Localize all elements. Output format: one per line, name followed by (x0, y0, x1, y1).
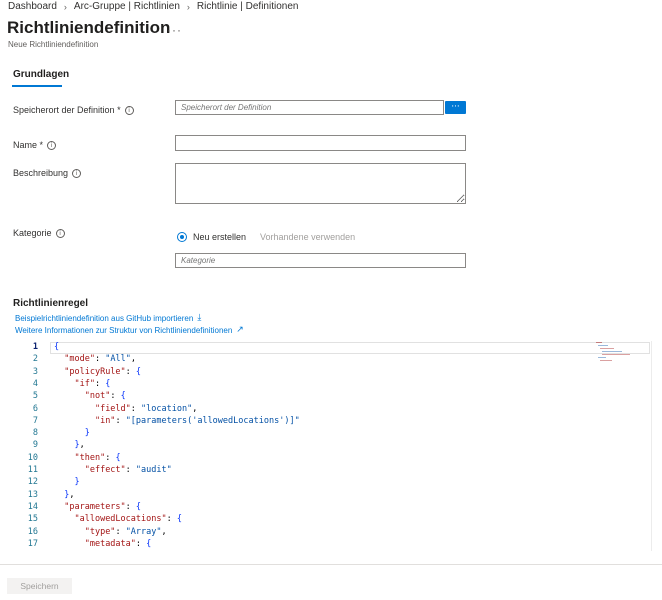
code-line[interactable]: 14 "parameters": { (14, 502, 644, 514)
line-number: 3 (32, 366, 38, 377)
code-text[interactable]: }, (54, 440, 84, 450)
line-number: 13 (27, 489, 38, 500)
external-link-icon[interactable]: ↗ (236, 325, 244, 335)
code-text[interactable]: "effect": "audit" (54, 465, 172, 475)
code-text[interactable]: "then": { (54, 453, 120, 463)
code-line[interactable]: 11 "effect": "audit" (14, 465, 644, 477)
code-text[interactable]: "allowedLocations": { (54, 514, 182, 524)
code-line[interactable]: 6 "field": "location", (14, 404, 644, 416)
breadcrumb-policy-definitions[interactable]: Richtlinie | Definitionen (197, 1, 299, 12)
description-label-text: Beschreibung (13, 168, 69, 178)
editor-minimap[interactable] (594, 341, 634, 371)
code-line[interactable]: 10 "then": { (14, 453, 644, 465)
tab-grundlagen[interactable]: Grundlagen (13, 69, 69, 80)
line-number: 10 (27, 452, 38, 463)
code-line[interactable]: 5 "not": { (14, 391, 644, 403)
line-number: 9 (32, 440, 38, 451)
chevron-right-icon: › (63, 1, 67, 12)
breadcrumb-arc-group-policies[interactable]: Arc-Gruppe | Richtlinien (74, 1, 180, 12)
code-text[interactable]: }, (54, 490, 74, 500)
code-text[interactable]: "metadata": { (54, 539, 152, 549)
code-line[interactable]: 13 }, (14, 490, 644, 502)
info-icon[interactable]: i (72, 168, 82, 178)
location-label-text: Speicherort der Definition (13, 105, 115, 115)
code-line[interactable]: 15 "allowedLocations": { (14, 514, 644, 526)
name-label: Name * i (13, 140, 57, 150)
code-text[interactable]: } (54, 477, 79, 487)
line-number: 5 (32, 391, 38, 402)
definition-structure-link[interactable]: Weitere Informationen zur Struktur von R… (15, 325, 244, 335)
line-number: 8 (32, 428, 38, 439)
line-number: 6 (32, 403, 38, 414)
editor-scrollbar[interactable] (651, 341, 661, 551)
line-number: 17 (27, 538, 38, 549)
info-icon[interactable]: i (47, 140, 57, 150)
required-marker: * (39, 140, 44, 150)
import-github-link-text[interactable]: Beispielrichtliniendefinition aus GitHub… (15, 314, 193, 323)
more-options-icon[interactable]: ··· (167, 23, 182, 37)
location-input[interactable] (175, 100, 444, 115)
category-input[interactable] (175, 253, 466, 268)
name-label-text: Name (13, 140, 38, 150)
page-subtitle: Neue Richtliniendefinition (8, 40, 99, 49)
code-text[interactable]: "in": "[parameters('allowedLocations')]" (54, 416, 300, 426)
info-icon[interactable]: i (124, 105, 134, 115)
code-text[interactable]: "parameters": { (54, 502, 141, 512)
line-number: 2 (32, 354, 38, 365)
code-line[interactable]: 9 }, (14, 440, 644, 452)
code-line[interactable]: 1{ (14, 342, 644, 354)
footer-divider (0, 564, 662, 565)
save-button[interactable]: Speichern (7, 578, 72, 594)
breadcrumb: Dashboard › Arc-Gruppe | Richtlinien › R… (8, 1, 298, 12)
code-line[interactable]: 8 } (14, 428, 644, 440)
code-text[interactable]: "field": "location", (54, 404, 197, 414)
code-line[interactable]: 4 "if": { (14, 379, 644, 391)
info-icon[interactable]: i (55, 228, 65, 238)
required-marker: * (117, 105, 121, 115)
browse-location-button[interactable]: ··· (445, 101, 466, 114)
chevron-right-icon: › (186, 1, 190, 12)
code-text[interactable]: "if": { (54, 379, 110, 389)
line-number: 14 (27, 501, 38, 512)
page-title: Richtliniendefinition (7, 18, 171, 37)
line-number: 16 (27, 526, 38, 537)
code-line[interactable]: 16 "type": "Array", (14, 527, 644, 539)
line-number: 11 (27, 465, 38, 475)
code-line[interactable]: 7 "in": "[parameters('allowedLocations')… (14, 416, 644, 428)
category-radio-group: Neu erstellen Vorhandene verwenden (177, 232, 355, 242)
code-line[interactable]: 2 "mode": "All", (14, 354, 644, 366)
download-icon[interactable]: ⤓ (197, 313, 201, 323)
line-number: 1 (32, 342, 38, 352)
category-label: Kategorie i (13, 228, 65, 238)
policy-rule-title: Richtlinienregel (13, 298, 89, 309)
code-text[interactable]: "type": "Array", (54, 527, 167, 537)
category-label-text: Kategorie (13, 228, 52, 238)
name-input[interactable] (175, 135, 466, 151)
definition-structure-link-text[interactable]: Weitere Informationen zur Struktur von R… (15, 326, 232, 335)
code-line[interactable]: 17 "metadata": { (14, 539, 644, 551)
code-text[interactable]: "policyRule": { (54, 367, 141, 377)
line-number: 7 (32, 415, 38, 426)
code-line[interactable]: 3 "policyRule": { (14, 367, 644, 379)
description-label: Beschreibung i (13, 168, 82, 178)
code-text[interactable]: "mode": "All", (54, 354, 136, 364)
location-label: Speicherort der Definition * i (13, 105, 134, 115)
description-textarea[interactable] (175, 163, 466, 204)
line-number: 4 (32, 378, 38, 389)
radio-new-create-label[interactable]: Neu erstellen (193, 232, 246, 242)
import-github-link[interactable]: Beispielrichtliniendefinition aus GitHub… (15, 313, 201, 323)
code-text[interactable]: } (54, 428, 90, 438)
code-editor[interactable]: 1{2 "mode": "All", 3 "policyRule": {4 "if… (14, 339, 660, 551)
code-text[interactable]: { (54, 342, 59, 352)
radio-use-existing-label: Vorhandene verwenden (260, 232, 356, 242)
tab-active-indicator (12, 85, 62, 87)
code-line[interactable]: 12 } (14, 477, 644, 489)
breadcrumb-dashboard[interactable]: Dashboard (8, 1, 57, 12)
line-number: 12 (27, 477, 38, 488)
line-number: 15 (27, 514, 38, 525)
radio-new-create[interactable] (177, 232, 187, 242)
code-text[interactable]: "not": { (54, 391, 126, 401)
